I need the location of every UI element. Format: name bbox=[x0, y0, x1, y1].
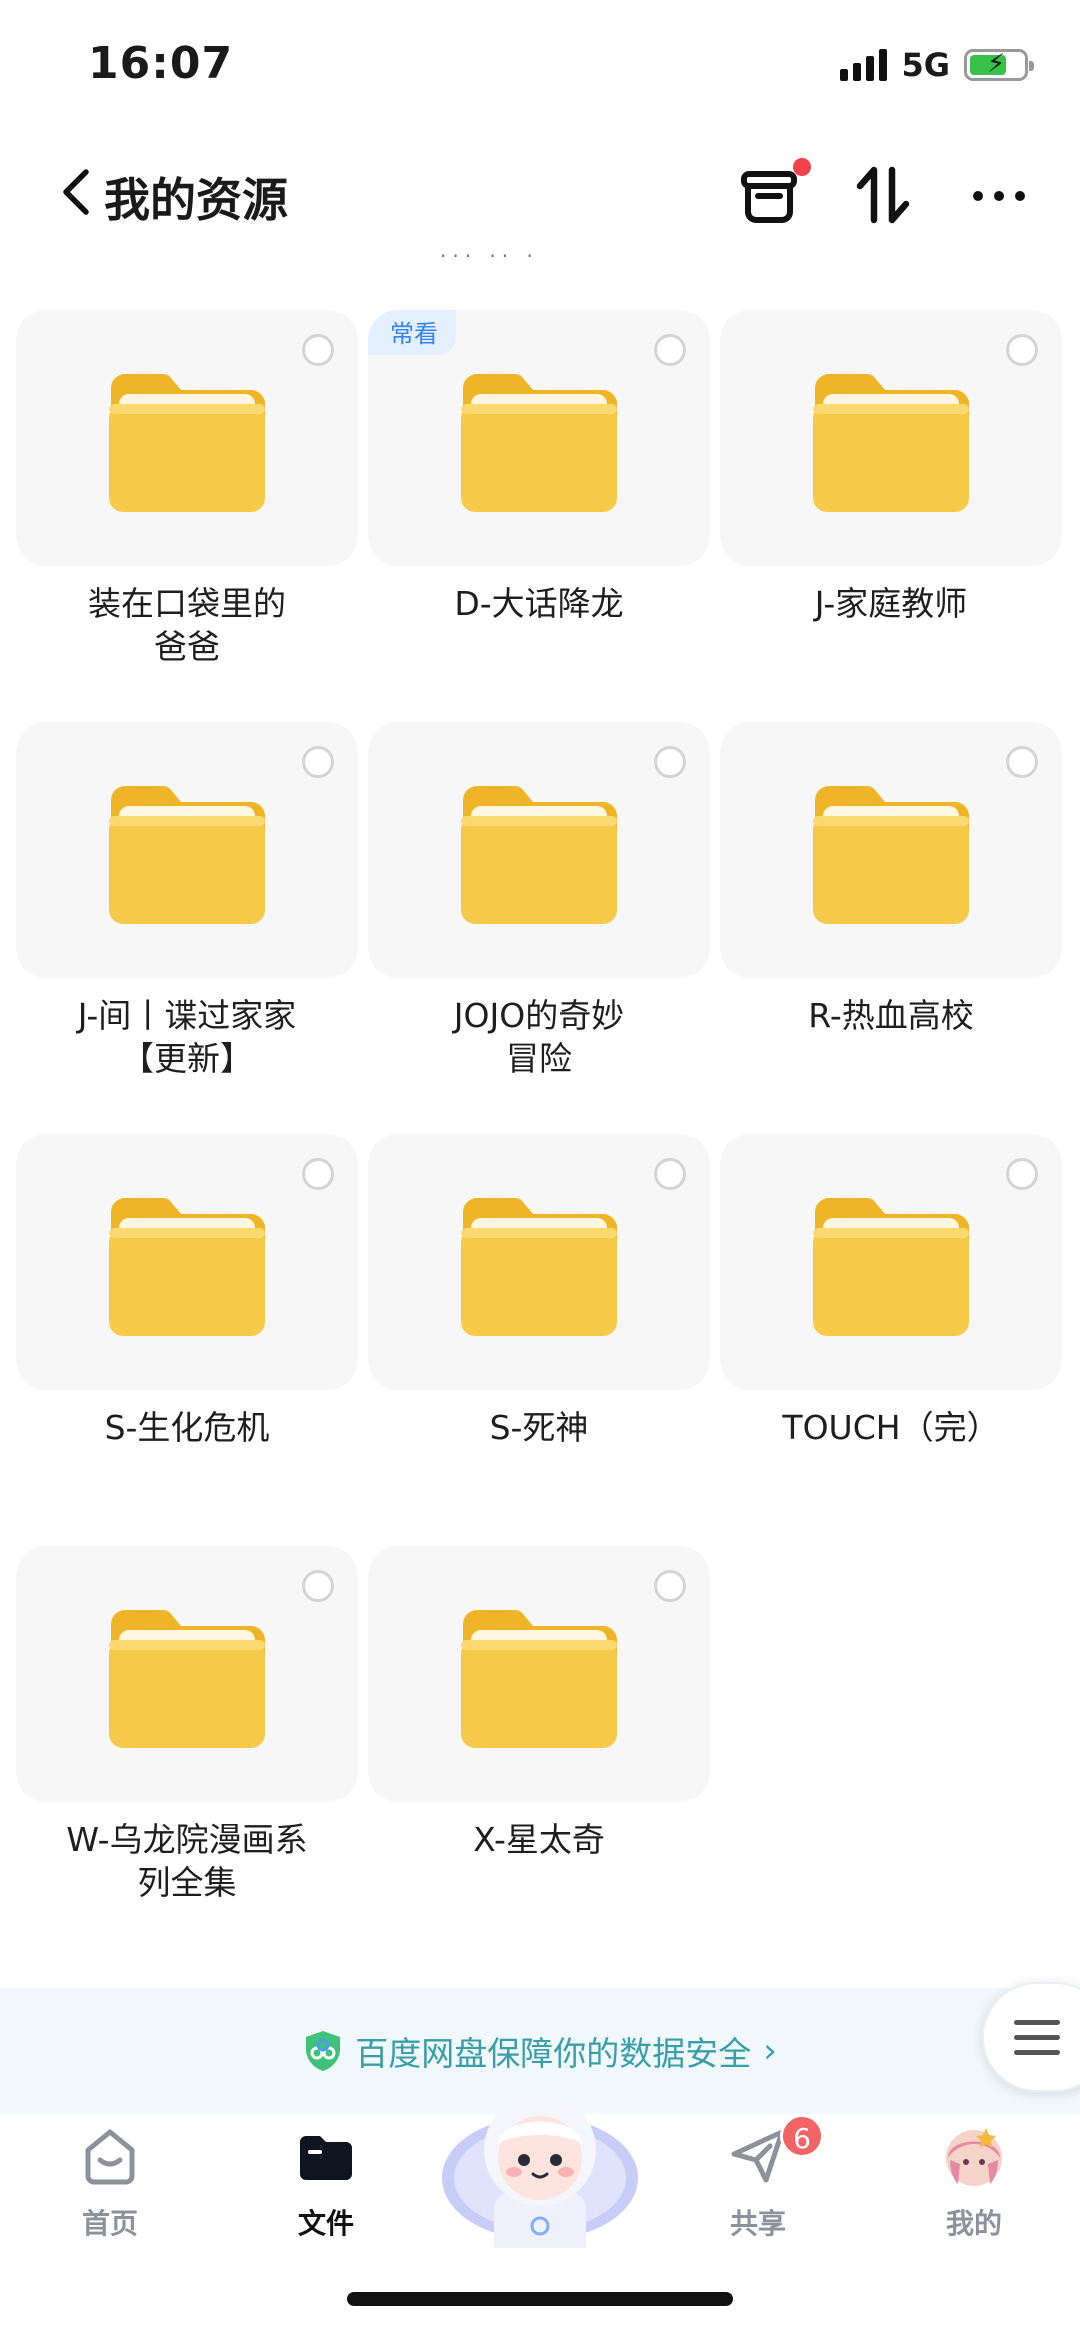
status-bar: 16:07 5G ⚡ bbox=[0, 0, 1080, 130]
select-radio[interactable] bbox=[302, 334, 334, 366]
select-radio[interactable] bbox=[1006, 746, 1038, 778]
folder-icon bbox=[109, 374, 265, 512]
tab-files[interactable]: 文件 bbox=[218, 2114, 434, 2264]
folder-icon bbox=[813, 374, 969, 512]
tab-label: 我的 bbox=[945, 2207, 1002, 2240]
folder-name: J-间丨谍过家家 【更新】 bbox=[77, 996, 297, 1078]
more-icon[interactable] bbox=[964, 160, 1034, 230]
folder-name: TOUCH（完） bbox=[782, 1408, 1000, 1447]
select-radio[interactable] bbox=[302, 746, 334, 778]
folder-name: S-死神 bbox=[489, 1408, 589, 1447]
back-icon[interactable] bbox=[52, 162, 102, 222]
menu-icon bbox=[1014, 2020, 1060, 2065]
shield-icon bbox=[306, 2031, 341, 2071]
folder-item[interactable]: X-星太奇 bbox=[368, 1546, 710, 1956]
folder-card[interactable] bbox=[16, 722, 358, 978]
select-radio[interactable] bbox=[654, 1570, 686, 1602]
folder-card[interactable] bbox=[16, 1134, 358, 1390]
folder-card[interactable] bbox=[16, 1546, 358, 1802]
folder-card[interactable] bbox=[16, 310, 358, 566]
tab-label: 首页 bbox=[81, 2207, 138, 2240]
folder-item[interactable]: S-生化危机 bbox=[16, 1134, 358, 1544]
page-title: 我的资源 bbox=[104, 173, 288, 227]
folder-item[interactable]: TOUCH（完） bbox=[720, 1134, 1062, 1544]
folder-icon bbox=[300, 2136, 352, 2180]
folder-item[interactable]: J-家庭教师 bbox=[720, 310, 1062, 720]
folder-item[interactable]: J-间丨谍过家家 【更新】 bbox=[16, 722, 358, 1132]
battery-icon: ⚡ bbox=[964, 49, 1034, 81]
folder-item[interactable]: R-热血高校 bbox=[720, 722, 1062, 1132]
folder-card[interactable] bbox=[368, 1134, 710, 1390]
folder-item[interactable]: S-死神 bbox=[368, 1134, 710, 1544]
notification-dot bbox=[793, 158, 811, 176]
folder-icon bbox=[109, 786, 265, 924]
signal-icon bbox=[840, 49, 888, 81]
tab-share[interactable]: 共享 bbox=[650, 2114, 866, 2264]
folder-card[interactable] bbox=[720, 1134, 1062, 1390]
select-radio[interactable] bbox=[1006, 334, 1038, 366]
folder-icon bbox=[461, 1610, 617, 1748]
tab-profile[interactable]: 我的 bbox=[866, 2114, 1080, 2264]
folder-icon bbox=[813, 1198, 969, 1336]
share-count-badge: 6 bbox=[780, 2114, 824, 2158]
select-radio[interactable] bbox=[654, 1158, 686, 1190]
folder-icon bbox=[461, 1198, 617, 1336]
folder-card[interactable]: 常看 bbox=[368, 310, 710, 566]
folder-item[interactable]: 装在口袋里的 爸爸 bbox=[16, 310, 358, 720]
folder-name: D-大话降龙 bbox=[454, 584, 624, 623]
folder-name: R-热血高校 bbox=[808, 996, 974, 1035]
home-icon bbox=[85, 2129, 135, 2185]
folder-name: W-乌龙院漫画系 列全集 bbox=[66, 1820, 308, 1902]
assistant-mascot-button[interactable] bbox=[440, 2058, 640, 2248]
scroll-hint: ··· ·· · bbox=[440, 244, 539, 268]
folder-card[interactable] bbox=[368, 1546, 710, 1802]
status-indicators: 5G ⚡ bbox=[840, 46, 1034, 84]
folder-icon bbox=[461, 786, 617, 924]
folder-icon bbox=[109, 1198, 265, 1336]
tab-label: 共享 bbox=[729, 2207, 786, 2240]
folder-item[interactable]: 常看 D-大话降龙 bbox=[368, 310, 710, 720]
folder-name: J-家庭教师 bbox=[814, 584, 968, 623]
folder-item[interactable]: W-乌龙院漫画系 列全集 bbox=[16, 1546, 358, 1956]
folder-card[interactable] bbox=[720, 722, 1062, 978]
folder-icon bbox=[813, 786, 969, 924]
tab-home[interactable]: 首页 bbox=[2, 2114, 218, 2264]
folder-icon bbox=[109, 1610, 265, 1748]
select-radio[interactable] bbox=[302, 1158, 334, 1190]
tab-label: 文件 bbox=[297, 2207, 354, 2240]
folder-card[interactable] bbox=[720, 310, 1062, 566]
header: 我的资源 bbox=[0, 140, 1080, 250]
network-type: 5G bbox=[901, 46, 950, 84]
folder-name: 装在口袋里的 爸爸 bbox=[88, 584, 286, 666]
folder-card[interactable] bbox=[368, 722, 710, 978]
sort-icon[interactable] bbox=[850, 160, 920, 230]
status-time: 16:07 bbox=[88, 38, 234, 89]
select-radio[interactable] bbox=[654, 746, 686, 778]
select-radio[interactable] bbox=[1006, 1158, 1038, 1190]
folder-item[interactable]: JOJO的奇妙 冒险 bbox=[368, 722, 710, 1132]
select-radio[interactable] bbox=[302, 1570, 334, 1602]
chevron-right-icon: › bbox=[763, 2031, 777, 2071]
folder-icon bbox=[461, 374, 617, 512]
folder-name: X-星太奇 bbox=[473, 1820, 605, 1859]
avatar-icon bbox=[946, 2128, 1002, 2186]
frequent-badge: 常看 bbox=[368, 310, 456, 355]
home-indicator bbox=[347, 2292, 733, 2306]
folder-name: JOJO的奇妙 冒险 bbox=[453, 996, 625, 1078]
select-radio[interactable] bbox=[654, 334, 686, 366]
folder-name: S-生化危机 bbox=[104, 1408, 270, 1447]
